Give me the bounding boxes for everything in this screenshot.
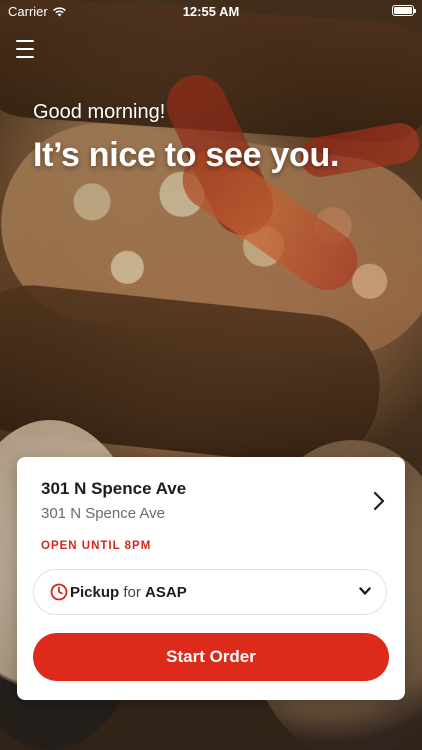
order-time: ASAP bbox=[145, 584, 187, 601]
battery-icon bbox=[392, 5, 416, 16]
battery-level bbox=[394, 7, 412, 14]
welcome-headline: It’s nice to see you. bbox=[33, 136, 340, 174]
status-bar: Carrier 12:55 AM bbox=[0, 0, 422, 22]
status-time: 12:55 AM bbox=[182, 4, 240, 19]
hamburger-menu-icon[interactable] bbox=[16, 40, 36, 58]
order-type-label: Pickup for ASAP bbox=[70, 584, 187, 601]
store-hours-status: OPEN UNTIL 8PM bbox=[41, 540, 152, 552]
order-mode: Pickup bbox=[70, 584, 120, 601]
store-selector[interactable]: 301 N Spence Ave 301 N Spence Ave bbox=[41, 479, 385, 527]
store-name: 301 N Spence Ave bbox=[41, 479, 187, 498]
order-connector: for bbox=[123, 584, 141, 601]
start-order-button[interactable]: Start Order bbox=[33, 633, 389, 681]
app-screen: Carrier 12:55 AM Good morning! It’s nice… bbox=[0, 0, 422, 750]
location-card: 301 N Spence Ave 301 N Spence Ave OPEN U… bbox=[17, 457, 405, 700]
clock-icon bbox=[50, 583, 68, 601]
store-address: 301 N Spence Ave bbox=[41, 505, 165, 522]
chevron-down-icon[interactable] bbox=[359, 587, 371, 596]
chevron-right-icon[interactable] bbox=[373, 491, 385, 511]
order-type-selector[interactable]: Pickup for ASAP bbox=[33, 569, 387, 615]
greeting-text: Good morning! bbox=[33, 101, 166, 123]
